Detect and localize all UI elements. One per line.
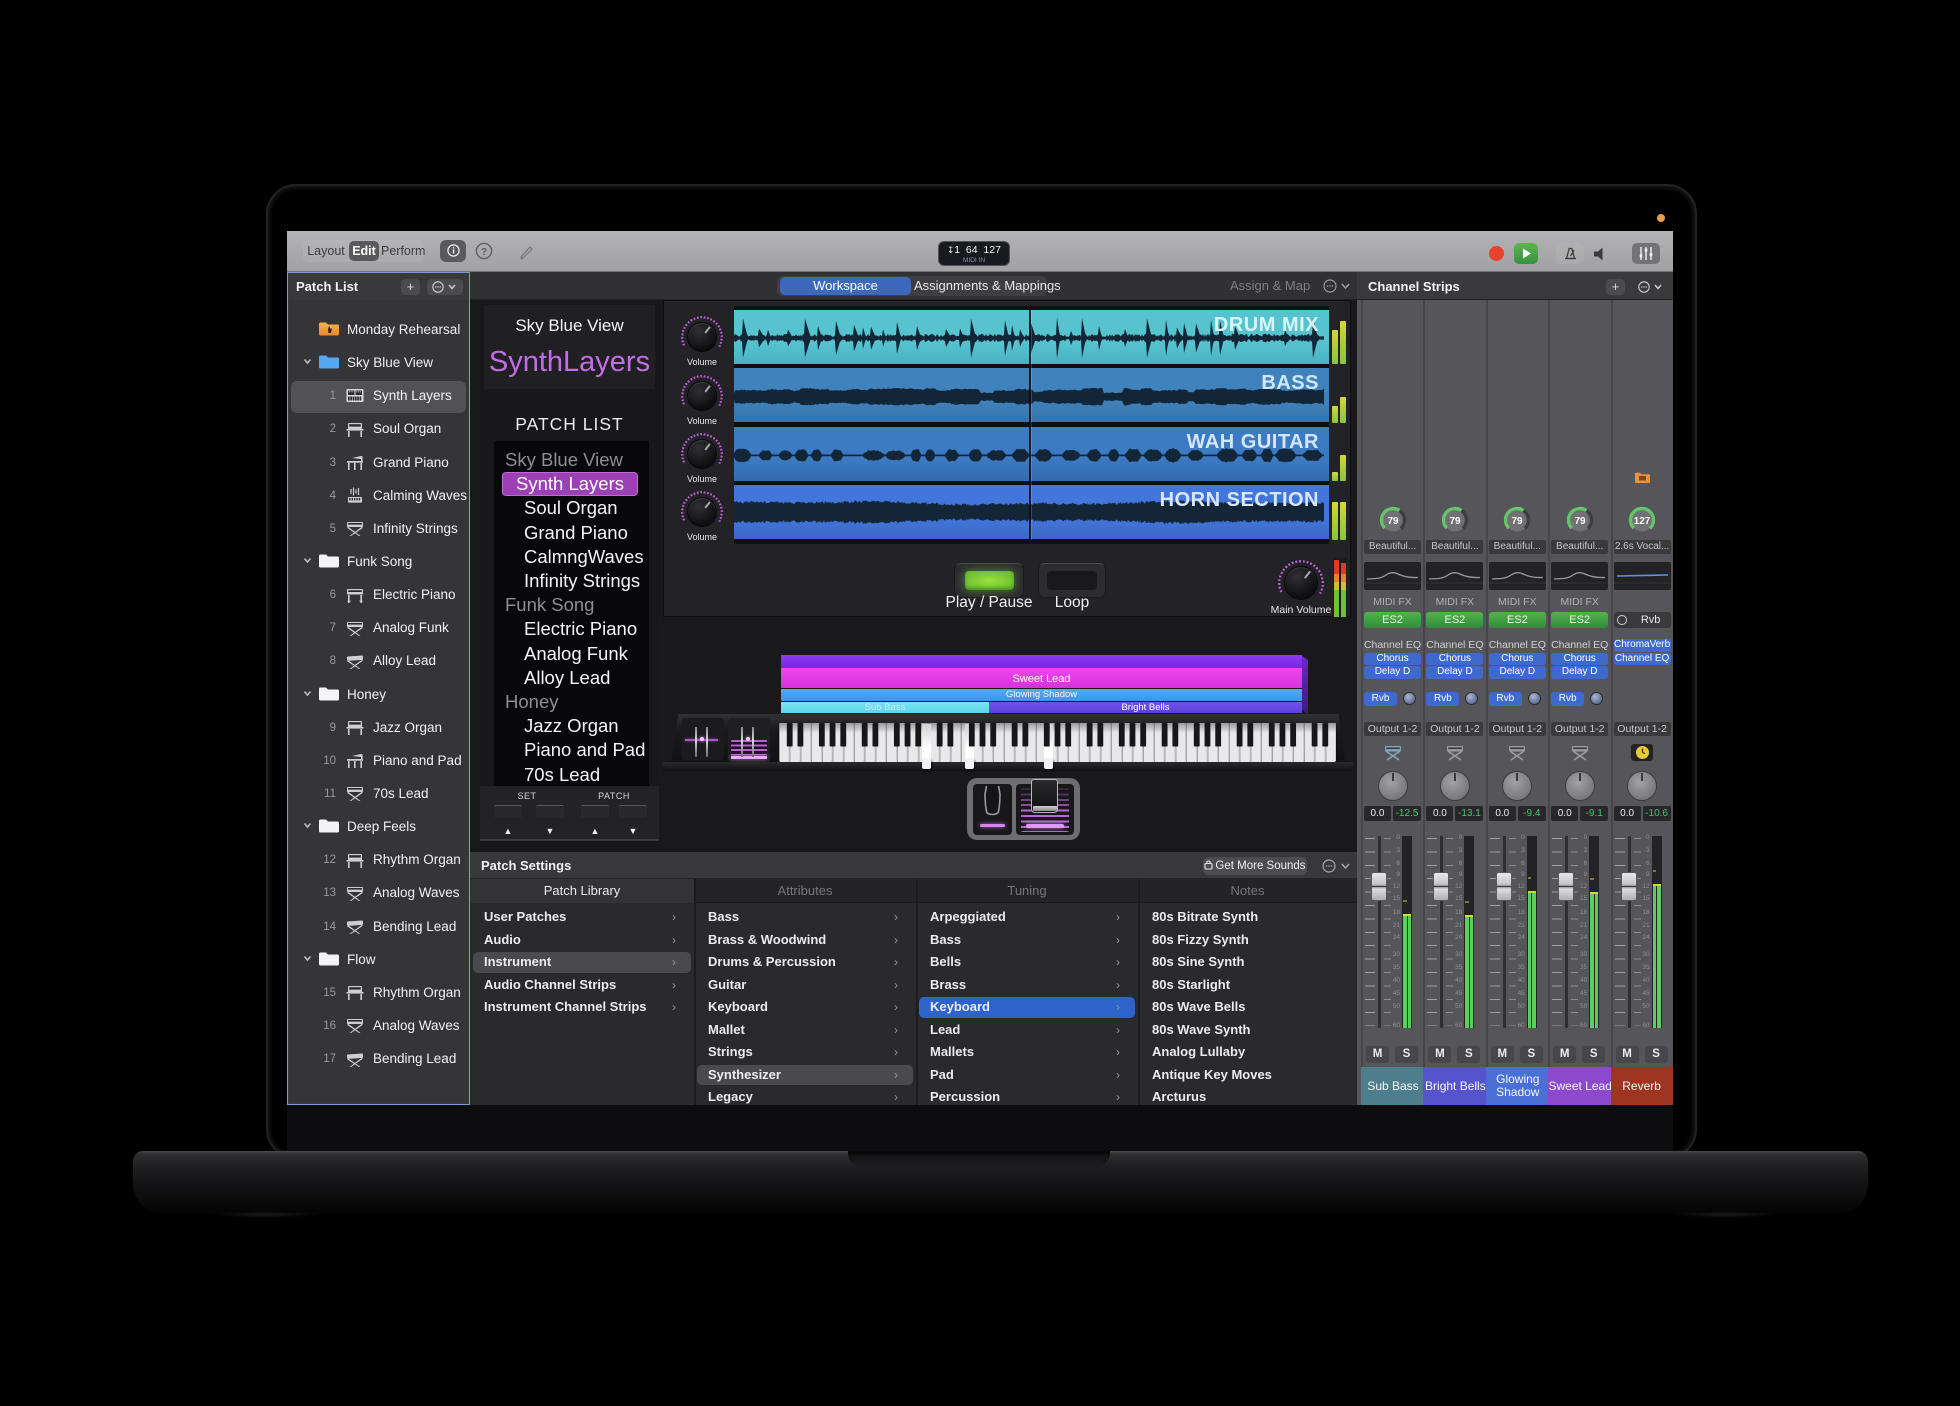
svg-text:79: 79 [1512, 516, 1524, 527]
svg-text:127: 127 [1634, 516, 1651, 527]
svg-text:?: ? [481, 247, 487, 258]
svg-text:79: 79 [1574, 516, 1586, 527]
svg-text:79: 79 [1387, 516, 1399, 527]
svg-text:79: 79 [1449, 516, 1461, 527]
